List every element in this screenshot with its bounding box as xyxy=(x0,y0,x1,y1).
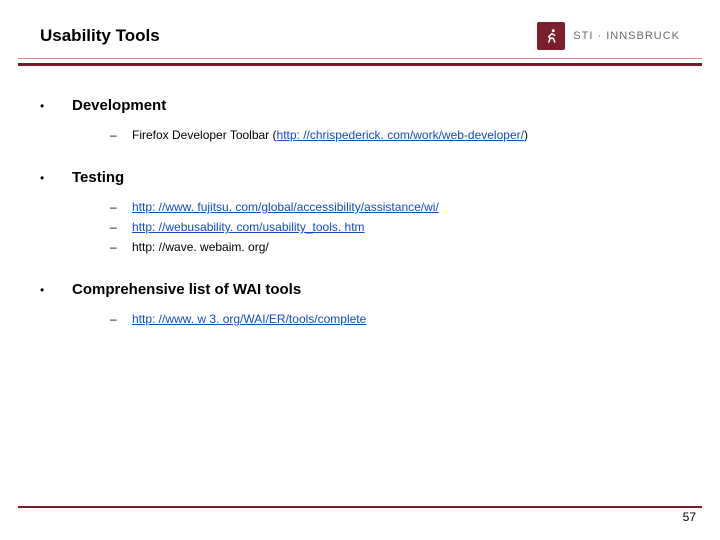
slide-content: • Development – Firefox Developer Toolba… xyxy=(0,66,720,328)
section-title: Testing xyxy=(72,168,124,188)
item-text: Firefox Developer Toolbar (http: //chris… xyxy=(132,126,528,144)
section: • Development xyxy=(40,96,680,116)
bullet-dot: • xyxy=(40,96,48,116)
brand-text: STI · INNSBRUCK xyxy=(573,30,680,42)
dash-bullet: – xyxy=(110,198,118,216)
list-item: – http: //wave. webaim. org/ xyxy=(110,238,680,256)
brand-logo: STI · INNSBRUCK xyxy=(537,22,680,50)
item-link[interactable]: http: //webusability. com/usability_tool… xyxy=(132,220,365,234)
running-person-icon xyxy=(537,22,565,50)
section: • Comprehensive list of WAI tools xyxy=(40,280,680,300)
sub-list: – http: //www. w 3. org/WAI/ER/tools/com… xyxy=(110,310,680,328)
section-title: Development xyxy=(72,96,166,116)
list-item: – http: //www. fujitsu. com/global/acces… xyxy=(110,198,680,216)
item-text: http: //www. fujitsu. com/global/accessi… xyxy=(132,198,439,216)
dash-bullet: – xyxy=(110,310,118,328)
section-title: Comprehensive list of WAI tools xyxy=(72,280,301,300)
footer-divider xyxy=(18,506,702,508)
item-link[interactable]: http: //www. fujitsu. com/global/accessi… xyxy=(132,200,439,214)
brand-separator: · xyxy=(597,30,606,42)
bullet-dot: • xyxy=(40,280,48,300)
item-suffix: ) xyxy=(524,128,528,142)
page-number: 57 xyxy=(18,510,702,524)
slide-header: Usability Tools STI · INNSBRUCK xyxy=(0,0,720,58)
section: • Testing xyxy=(40,168,680,188)
dash-bullet: – xyxy=(110,126,118,144)
bullet-dot: • xyxy=(40,168,48,188)
list-item: – http: //www. w 3. org/WAI/ER/tools/com… xyxy=(110,310,680,328)
list-item: – http: //webusability. com/usability_to… xyxy=(110,218,680,236)
item-text: http: //www. w 3. org/WAI/ER/tools/compl… xyxy=(132,310,366,328)
item-link[interactable]: http: //chrispederick. com/work/web-deve… xyxy=(277,128,524,142)
slide-title: Usability Tools xyxy=(40,26,160,46)
item-text: http: //wave. webaim. org/ xyxy=(132,238,269,256)
dash-bullet: – xyxy=(110,218,118,236)
dash-bullet: – xyxy=(110,238,118,256)
brand-left: STI xyxy=(573,30,593,42)
header-divider-thin xyxy=(18,58,702,59)
item-text: http: //webusability. com/usability_tool… xyxy=(132,218,365,236)
sub-list: – http: //www. fujitsu. com/global/acces… xyxy=(110,198,680,256)
slide-footer: 57 xyxy=(18,506,702,524)
brand-right: INNSBRUCK xyxy=(606,30,680,42)
item-prefix: Firefox Developer Toolbar ( xyxy=(132,128,277,142)
list-item: – Firefox Developer Toolbar (http: //chr… xyxy=(110,126,680,144)
item-link[interactable]: http: //www. w 3. org/WAI/ER/tools/compl… xyxy=(132,312,366,326)
sub-list: – Firefox Developer Toolbar (http: //chr… xyxy=(110,126,680,144)
